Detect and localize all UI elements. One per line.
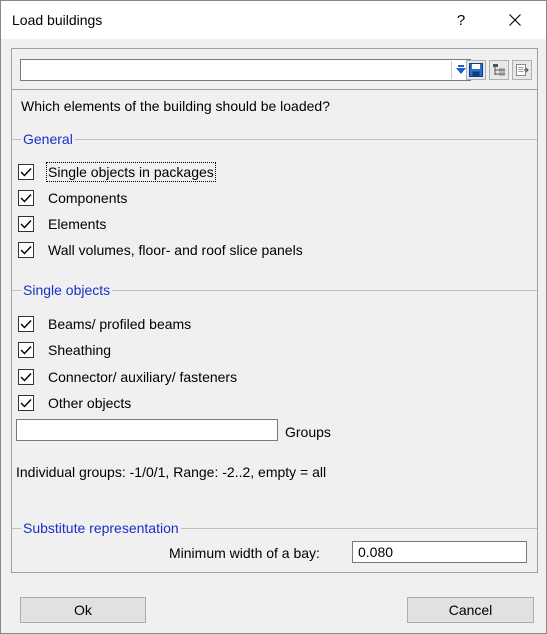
- help-label: ?: [456, 11, 466, 29]
- tree-structure-icon: [493, 64, 505, 76]
- ok-button-label: Ok: [74, 602, 92, 618]
- checkbox-box[interactable]: [18, 190, 34, 206]
- checkbox-label: Components: [48, 190, 128, 206]
- general-group-title: General: [21, 131, 75, 147]
- tree-structure-button[interactable]: [489, 60, 509, 80]
- settings-panel: Which elements of the building should be…: [11, 48, 538, 573]
- checkmark-icon: [20, 320, 32, 329]
- export-button[interactable]: [512, 60, 532, 80]
- toolbar-divider: [12, 89, 537, 90]
- min-width-label: Minimum width of a bay:: [169, 545, 320, 561]
- checkbox-label: Single objects in packages: [46, 162, 216, 182]
- save-icon: [469, 63, 483, 77]
- checkbox-box[interactable]: [18, 342, 34, 358]
- export-icon: [516, 64, 529, 76]
- help-button[interactable]: ?: [438, 1, 484, 39]
- checkbox-box[interactable]: [18, 164, 34, 180]
- checkmark-icon: [20, 346, 32, 355]
- checkmark-icon: [20, 168, 32, 177]
- checkmark-icon: [20, 246, 32, 255]
- cancel-button[interactable]: Cancel: [407, 597, 534, 623]
- cancel-button-label: Cancel: [448, 602, 493, 618]
- checkbox-box[interactable]: [18, 242, 34, 258]
- checkbox-connectors[interactable]: Connector/ auxiliary/ fasteners: [18, 367, 237, 387]
- checkbox-box[interactable]: [18, 316, 34, 332]
- close-icon: [509, 14, 521, 26]
- min-width-input[interactable]: [352, 541, 527, 563]
- dropdown-arrow-icon: [455, 65, 466, 74]
- general-group-line: [12, 139, 537, 140]
- groups-input[interactable]: [16, 419, 278, 441]
- checkbox-label: Other objects: [48, 395, 132, 411]
- groups-hint-text: Individual groups: -1/0/1, Range: -2..2,…: [16, 464, 327, 480]
- checkbox-label: Connector/ auxiliary/ fasteners: [48, 369, 238, 385]
- ok-button[interactable]: Ok: [20, 597, 146, 623]
- checkbox-beams[interactable]: Beams/ profiled beams: [18, 314, 191, 334]
- checkbox-box[interactable]: [18, 369, 34, 385]
- checkmark-icon: [20, 399, 32, 408]
- dialog-title: Load buildings: [12, 12, 103, 28]
- groups-label: Groups: [285, 424, 331, 440]
- single-objects-group-title: Single objects: [21, 282, 113, 298]
- checkbox-box[interactable]: [18, 216, 34, 232]
- preset-combobox[interactable]: [20, 59, 471, 81]
- checkbox-label: Beams/ profiled beams: [48, 316, 192, 332]
- checkmark-icon: [20, 373, 32, 382]
- checkbox-box[interactable]: [18, 395, 34, 411]
- checkbox-label: Sheathing: [48, 342, 112, 358]
- checkbox-label: Elements: [48, 216, 107, 232]
- checkbox-elements[interactable]: Elements: [18, 214, 106, 234]
- checkbox-sheathing[interactable]: Sheathing: [18, 340, 111, 360]
- question-text: Which elements of the building should be…: [21, 98, 330, 114]
- checkbox-other-objects[interactable]: Other objects: [18, 393, 131, 413]
- checkmark-icon: [20, 194, 32, 203]
- checkbox-wall-volumes[interactable]: Wall volumes, floor- and roof slice pane…: [18, 240, 303, 260]
- checkmark-icon: [20, 220, 32, 229]
- save-button[interactable]: [466, 60, 486, 80]
- checkbox-components[interactable]: Components: [18, 188, 127, 208]
- title-bar: Load buildings ?: [1, 1, 546, 39]
- checkbox-single-objects-in-packages[interactable]: Single objects in packages: [18, 162, 216, 182]
- checkbox-label: Wall volumes, floor- and roof slice pane…: [48, 242, 303, 258]
- close-button[interactable]: [492, 1, 538, 39]
- load-buildings-dialog: Load buildings ? Which elements of the b…: [0, 0, 547, 634]
- substitute-group-title: Substitute representation: [21, 520, 181, 536]
